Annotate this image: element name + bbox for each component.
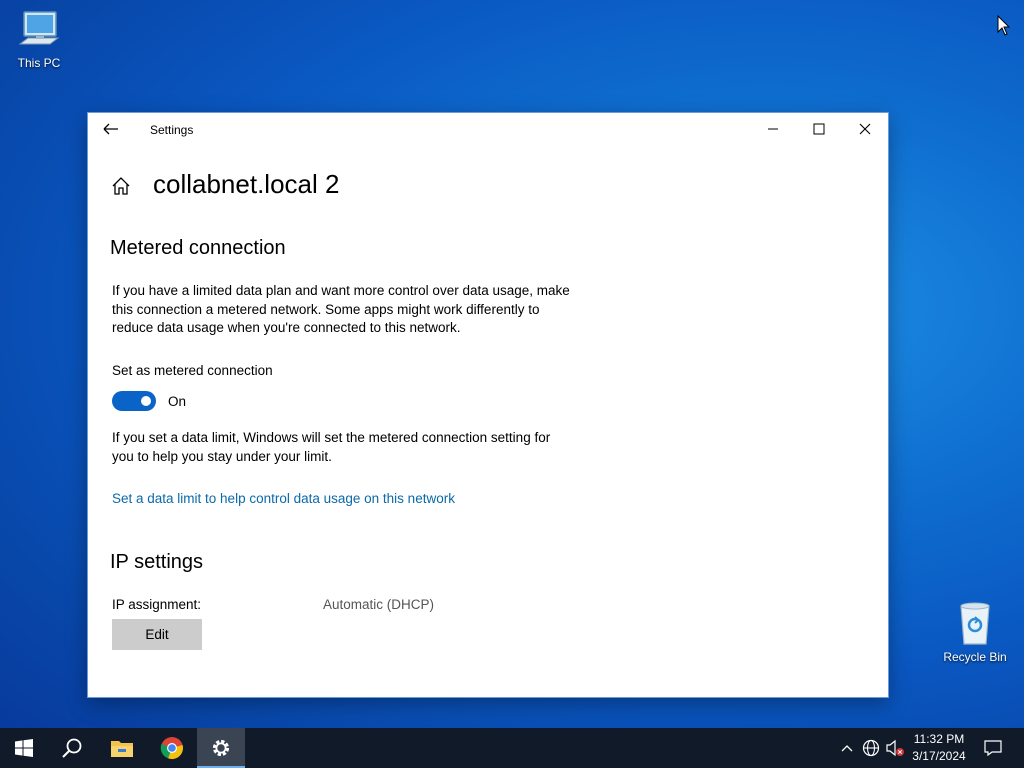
metered-toggle-label: Set as metered connection — [112, 363, 273, 378]
start-icon — [15, 739, 33, 757]
clock-time: 11:32 PM — [913, 732, 965, 746]
window-title: Settings — [150, 123, 194, 137]
metered-heading: Metered connection — [110, 237, 286, 259]
title-bar: Settings — [88, 113, 888, 145]
minimize-button[interactable] — [750, 113, 796, 145]
network-globe-icon — [862, 739, 880, 757]
ip-assignment-value: Automatic (DHCP) — [323, 597, 435, 612]
chevron-up-icon — [841, 745, 853, 752]
mouse-cursor-icon — [997, 15, 1011, 36]
start-button[interactable] — [0, 728, 48, 768]
desktop-icon-label: Recycle Bin — [943, 650, 1007, 664]
metered-description: If you have a limited data plan and want… — [112, 283, 570, 335]
show-hidden-icons-button[interactable] — [838, 728, 856, 768]
search-icon — [62, 738, 82, 758]
settings-window: Settings collabnet.local 2 Metered conne… — [88, 113, 888, 697]
set-data-limit-link[interactable]: Set a data limit to help control data us… — [112, 491, 455, 506]
taskbar-clock[interactable]: 11:32 PM 3/17/2024 — [906, 731, 972, 765]
home-icon[interactable] — [110, 175, 132, 197]
data-limit-note: If you set a data limit, Windows will se… — [112, 430, 551, 464]
volume-tray-button[interactable] — [884, 728, 906, 768]
ip-settings-heading: IP settings — [110, 551, 204, 573]
file-explorer-taskbar-button[interactable] — [98, 728, 146, 768]
maximize-button[interactable] — [796, 113, 842, 145]
settings-icon — [212, 739, 230, 757]
notification-icon — [984, 740, 1002, 756]
chrome-taskbar-button[interactable] — [148, 728, 196, 768]
network-tray-button[interactable] — [860, 728, 882, 768]
clock-date: 3/17/2024 — [912, 749, 966, 763]
page-title: collabnet.local 2 — [153, 169, 340, 199]
chrome-icon — [160, 737, 183, 760]
desktop-icon-this-pc[interactable]: This PC — [1, 10, 77, 70]
file-explorer-icon — [111, 741, 133, 757]
toggle-knob — [141, 396, 151, 406]
settings-taskbar-button[interactable] — [197, 728, 245, 768]
ip-assignment-label: IP assignment: — [112, 597, 202, 612]
toggle-state-text: On — [168, 394, 187, 409]
volume-muted-icon — [886, 739, 904, 757]
computer-icon — [18, 11, 60, 45]
close-button[interactable] — [842, 113, 888, 145]
edit-ip-button[interactable]: Edit — [112, 619, 202, 650]
desktop-icon-label: This PC — [17, 56, 61, 70]
back-arrow-icon[interactable] — [100, 119, 122, 139]
recycle-bin-icon — [960, 602, 990, 645]
metered-toggle[interactable] — [112, 391, 156, 411]
taskbar: 11:32 PM 3/17/2024 — [0, 728, 1024, 768]
desktop-icon-recycle-bin[interactable]: Recycle Bin — [937, 600, 1013, 664]
search-button[interactable] — [48, 728, 96, 768]
action-center-button[interactable] — [978, 728, 1008, 768]
